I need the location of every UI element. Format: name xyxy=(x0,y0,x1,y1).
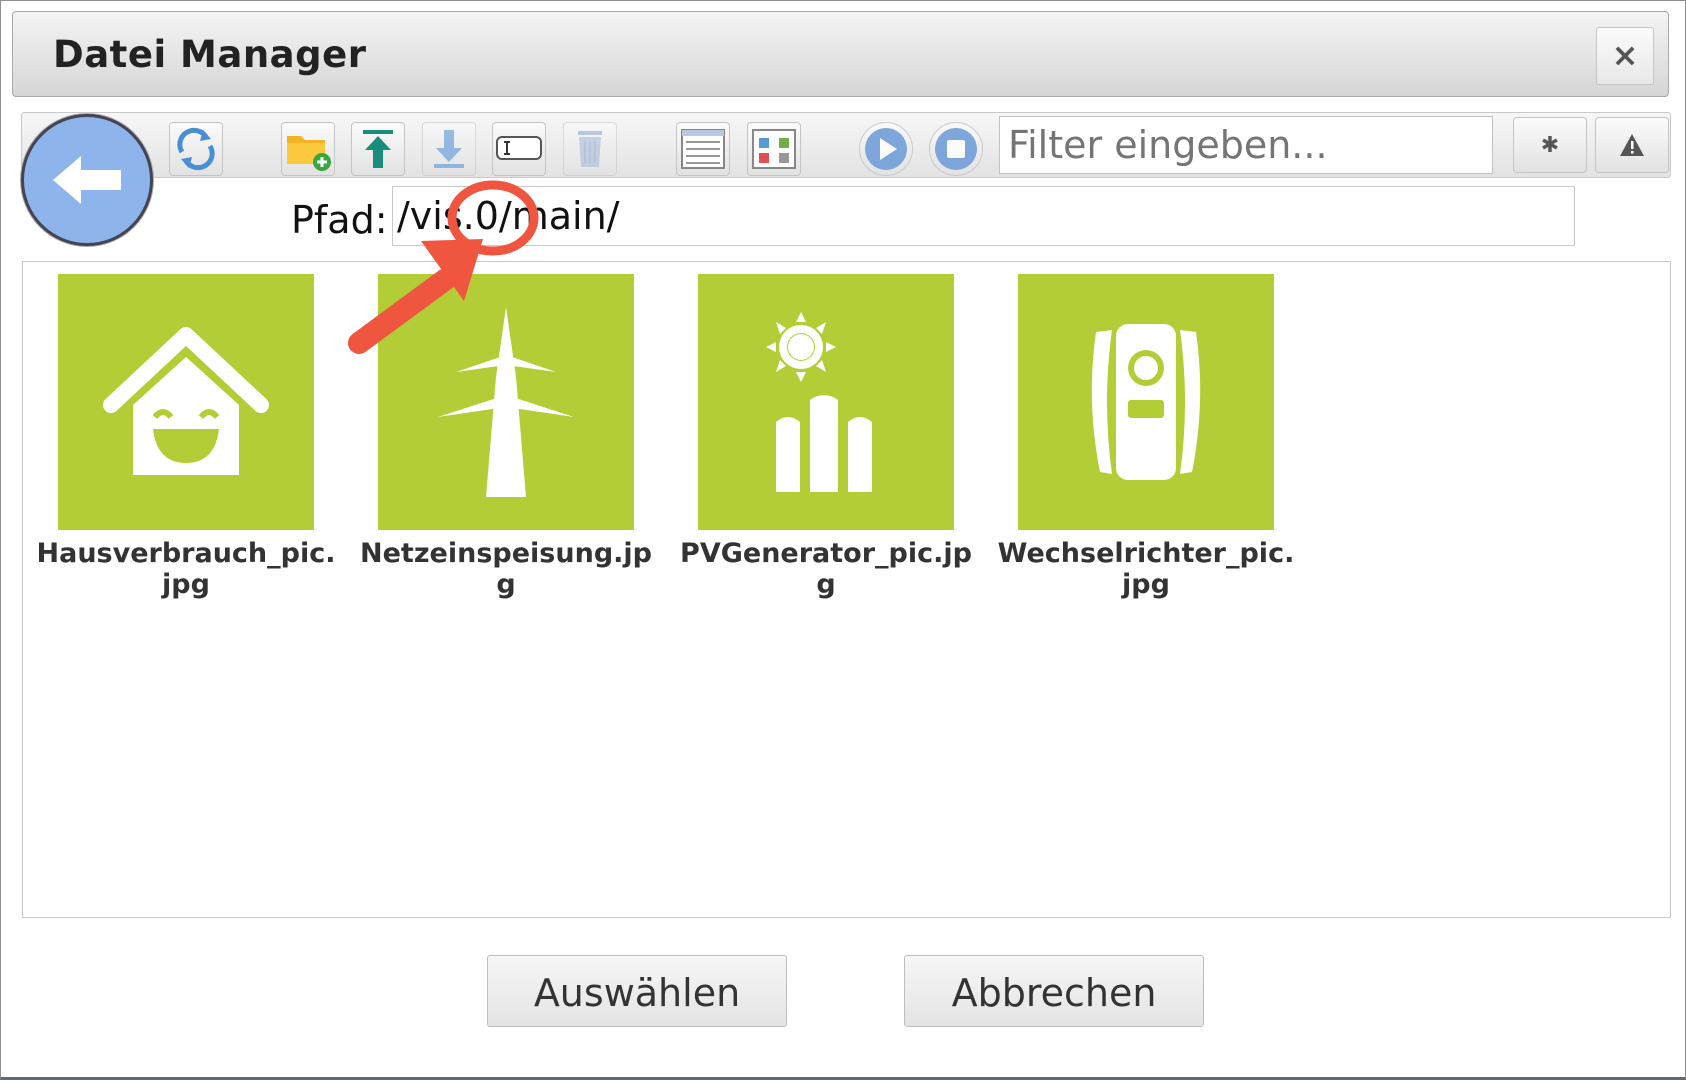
path-input[interactable] xyxy=(392,186,1575,246)
close-icon: × xyxy=(1611,36,1639,74)
refresh-button[interactable] xyxy=(169,122,223,176)
rename-button[interactable] xyxy=(492,122,546,176)
file-name: Hausverbrauch_pic.jpg xyxy=(36,538,336,600)
file-thumbnail[interactable] xyxy=(698,274,954,530)
list-view-icon xyxy=(681,129,725,169)
play-button[interactable] xyxy=(859,122,913,176)
cancel-button[interactable]: Abbrechen xyxy=(904,955,1204,1027)
path-label: Pfad: xyxy=(291,198,388,242)
back-button[interactable] xyxy=(21,114,153,246)
new-folder-button[interactable] xyxy=(281,122,335,176)
list-view-button[interactable] xyxy=(676,122,730,176)
gear-icon: ✱ xyxy=(1540,132,1560,158)
new-folder-icon xyxy=(287,136,331,171)
select-button[interactable]: Auswählen xyxy=(487,955,787,1027)
file-name: Wechselrichter_pic.jpg xyxy=(997,538,1295,600)
inverter-icon xyxy=(1091,324,1201,480)
file-item[interactable]: Wechselrichter_pic.jpg xyxy=(996,274,1296,600)
refresh-icon xyxy=(177,127,215,171)
sun-bars-icon xyxy=(766,312,872,492)
delete-button[interactable] xyxy=(563,122,617,176)
warning-button[interactable] xyxy=(1595,117,1669,173)
file-name: Netzeinspeisung.jpg xyxy=(360,538,652,600)
power-pylon-icon xyxy=(438,307,574,497)
play-icon xyxy=(865,128,907,170)
settings-button[interactable]: ✱ xyxy=(1513,117,1587,173)
upload-button[interactable] xyxy=(351,122,405,176)
stop-button[interactable] xyxy=(929,122,983,176)
file-manager-dialog: Datei Manager × Filter eingeben... ✱ Pfa… xyxy=(0,0,1686,1080)
file-item[interactable]: Netzeinspeisung.jpg xyxy=(356,274,656,600)
upload-icon xyxy=(363,130,393,168)
file-thumbnail[interactable] xyxy=(58,274,314,530)
trash-icon xyxy=(578,131,602,167)
smiling-house-icon xyxy=(103,327,269,475)
close-button[interactable]: × xyxy=(1596,27,1654,85)
file-thumbnail[interactable] xyxy=(378,274,634,530)
arrow-left-icon xyxy=(53,156,121,204)
file-name: PVGenerator_pic.jpg xyxy=(680,538,972,600)
file-item[interactable]: PVGenerator_pic.jpg xyxy=(676,274,976,600)
tile-view-icon xyxy=(752,129,796,169)
title-bar: Datei Manager × xyxy=(12,11,1669,97)
warning-icon xyxy=(1620,134,1644,156)
download-icon xyxy=(434,130,464,168)
stop-icon xyxy=(935,128,977,170)
rename-icon xyxy=(496,136,542,160)
file-item[interactable]: Hausverbrauch_pic.jpg xyxy=(36,274,336,600)
download-button[interactable] xyxy=(422,122,476,176)
file-thumbnail[interactable] xyxy=(1018,274,1274,530)
dialog-title: Datei Manager xyxy=(53,33,367,76)
filter-input[interactable] xyxy=(999,116,1493,174)
tile-view-button[interactable] xyxy=(747,122,801,176)
